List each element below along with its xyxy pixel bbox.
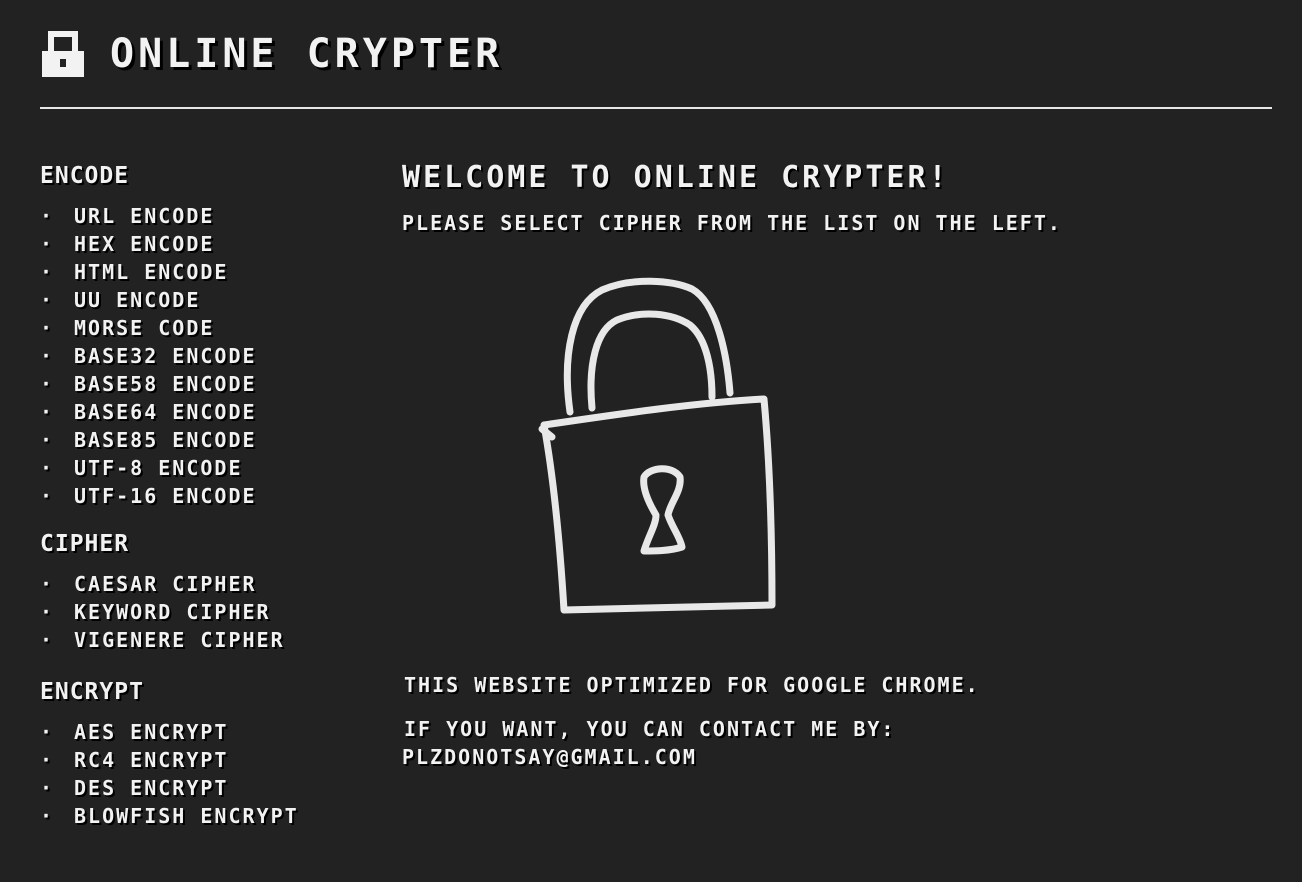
section-title-encode: ENCODE (40, 163, 130, 189)
menu-item-label: HEX ENCODE (74, 232, 215, 256)
menu-item-label: UTF-16 ENCODE (74, 484, 257, 508)
encode-menu: · URL ENCODE · HEX ENCODE · HTML ENCODE · UU… (40, 202, 380, 510)
menu-item-label: VIGENERE CIPHER (74, 628, 285, 652)
bullet: · (40, 720, 55, 744)
menu-item-rc4-encrypt[interactable]: · RC4 ENCRYPT (40, 746, 380, 774)
menu-item-base58-encode[interactable]: · BASE58 ENCODE (40, 370, 380, 398)
bullet: · (40, 804, 55, 828)
section-title-cipher: CIPHER (40, 531, 130, 557)
menu-item-base64-encode[interactable]: · BASE64 ENCODE (40, 398, 380, 426)
bullet: · (40, 288, 55, 312)
menu-item-utf8-encode[interactable]: · UTF-8 ENCODE (40, 454, 380, 482)
encrypt-menu: · AES ENCRYPT · RC4 ENCRYPT · DES ENCRYPT ·… (40, 718, 380, 830)
menu-item-label: BASE32 ENCODE (74, 344, 257, 368)
menu-item-label: KEYWORD CIPHER (74, 600, 271, 624)
section-title-encrypt: ENCRYPT (40, 679, 144, 705)
browser-notice: THIS WEBSITE OPTIMIZED FOR GOOGLE CHROME… (404, 673, 980, 697)
menu-item-label: BASE58 ENCODE (74, 372, 257, 396)
menu-item-utf16-encode[interactable]: · UTF-16 ENCODE (40, 482, 380, 510)
menu-item-base85-encode[interactable]: · BASE85 ENCODE (40, 426, 380, 454)
menu-item-url-encode[interactable]: · URL ENCODE (40, 202, 380, 230)
bullet: · (40, 232, 55, 256)
menu-item-label: RC4 ENCRYPT (74, 748, 229, 772)
main-content: WELCOME TO ONLINE CRYPTER! PLEASE SELECT… (402, 160, 1262, 769)
bullet: · (40, 776, 55, 800)
menu-item-label: CAESAR CIPHER (74, 572, 257, 596)
welcome-heading: WELCOME TO ONLINE CRYPTER! (402, 160, 950, 195)
menu-item-blowfish-encrypt[interactable]: · BLOWFISH ENCRYPT (40, 802, 380, 830)
bullet: · (40, 260, 55, 284)
menu-item-uu-encode[interactable]: · UU ENCODE (40, 286, 380, 314)
menu-item-label: BLOWFISH ENCRYPT (74, 804, 299, 828)
bullet: · (40, 316, 55, 340)
menu-item-label: AES ENCRYPT (74, 720, 229, 744)
bullet: · (40, 204, 55, 228)
menu-item-label: HTML ENCODE (74, 260, 229, 284)
menu-item-aes-encrypt[interactable]: · AES ENCRYPT (40, 718, 380, 746)
menu-item-label: MORSE CODE (74, 316, 215, 340)
menu-item-html-encode[interactable]: · HTML ENCODE (40, 258, 380, 286)
menu-item-label: URL ENCODE (74, 204, 215, 228)
menu-item-keyword-cipher[interactable]: · KEYWORD CIPHER (40, 598, 380, 626)
lock-icon (42, 31, 84, 77)
bullet: · (40, 628, 55, 652)
bullet: · (40, 344, 55, 368)
padlock-drawing-icon (538, 277, 776, 614)
cipher-menu: · CAESAR CIPHER · KEYWORD CIPHER · VIGENERE… (40, 570, 380, 654)
header-divider (40, 107, 1272, 109)
menu-item-vigenere-cipher[interactable]: · VIGENERE CIPHER (40, 626, 380, 654)
menu-item-morse-code[interactable]: · MORSE CODE (40, 314, 380, 342)
bullet: · (40, 456, 55, 480)
bullet: · (40, 400, 55, 424)
menu-item-caesar-cipher[interactable]: · CAESAR CIPHER (40, 570, 380, 598)
menu-item-hex-encode[interactable]: · HEX ENCODE (40, 230, 380, 258)
contact-email[interactable]: PLZDONOTSAY@GMAIL.COM (402, 744, 697, 770)
select-cipher-message: PLEASE SELECT CIPHER FROM THE LIST ON TH… (402, 211, 1062, 235)
menu-item-label: BASE85 ENCODE (74, 428, 257, 452)
page-header: ONLINE CRYPTER (40, 24, 503, 84)
menu-item-label: BASE64 ENCODE (74, 400, 257, 424)
site-title[interactable]: ONLINE CRYPTER (110, 31, 503, 77)
encrypt-section: ENCRYPT · AES ENCRYPT · RC4 ENCRYPT · DES E… (40, 676, 380, 830)
bullet: · (40, 484, 55, 508)
bullet: · (40, 428, 55, 452)
bullet: · (40, 600, 55, 624)
bullet: · (40, 748, 55, 772)
menu-item-label: UTF-8 ENCODE (74, 456, 243, 480)
contact-message: IF YOU WANT, YOU CAN CONTACT ME BY: (404, 717, 896, 741)
cipher-section: CIPHER · CAESAR CIPHER · KEYWORD CIPHER · V… (40, 528, 380, 654)
menu-item-label: DES ENCRYPT (74, 776, 229, 800)
menu-item-label: UU ENCODE (74, 288, 201, 312)
menu-item-des-encrypt[interactable]: · DES ENCRYPT (40, 774, 380, 802)
encode-section: ENCODE · URL ENCODE · HEX ENCODE · HTML ENC… (40, 160, 380, 510)
sidebar: ENCODE · URL ENCODE · HEX ENCODE · HTML ENC… (40, 160, 380, 830)
bullet: · (40, 572, 55, 596)
bullet: · (40, 372, 55, 396)
menu-item-base32-encode[interactable]: · BASE32 ENCODE (40, 342, 380, 370)
